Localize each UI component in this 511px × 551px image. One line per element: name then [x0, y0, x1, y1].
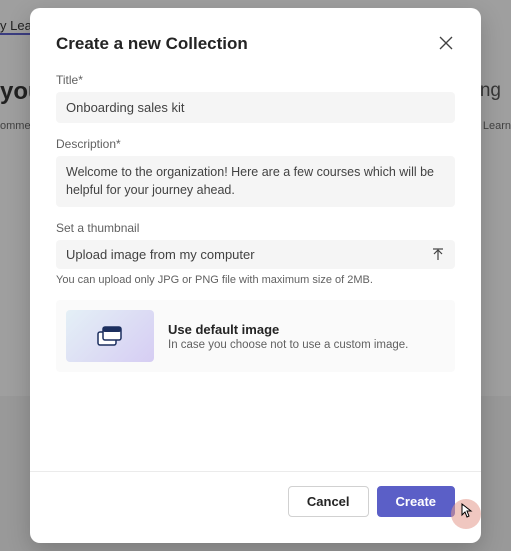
close-button[interactable] — [437, 34, 455, 55]
modal-title: Create a new Collection — [56, 34, 248, 54]
default-image-subtitle: In case you choose not to use a custom i… — [168, 339, 445, 351]
create-button[interactable]: Create — [377, 486, 455, 517]
create-collection-modal: Create a new Collection Title* Descripti… — [30, 8, 481, 543]
cancel-button[interactable]: Cancel — [288, 486, 369, 517]
modal-header: Create a new Collection — [56, 34, 455, 55]
upload-arrow-icon — [431, 248, 445, 262]
description-label: Description* — [56, 137, 455, 151]
modal-footer: Cancel Create — [30, 471, 481, 517]
thumbnail-label: Set a thumbnail — [56, 221, 455, 235]
default-image-title: Use default image — [168, 322, 445, 337]
upload-image-button[interactable]: Upload image from my computer — [56, 240, 455, 269]
default-thumbnail — [66, 310, 154, 362]
description-input[interactable] — [56, 156, 455, 207]
upload-text: Upload image from my computer — [66, 247, 431, 262]
title-label: Title* — [56, 73, 455, 87]
title-input[interactable] — [56, 92, 455, 123]
upload-helper-text: You can upload only JPG or PNG file with… — [56, 274, 455, 286]
default-image-card: Use default image In case you choose not… — [56, 300, 455, 372]
close-icon — [439, 36, 453, 50]
cards-icon — [95, 324, 125, 348]
